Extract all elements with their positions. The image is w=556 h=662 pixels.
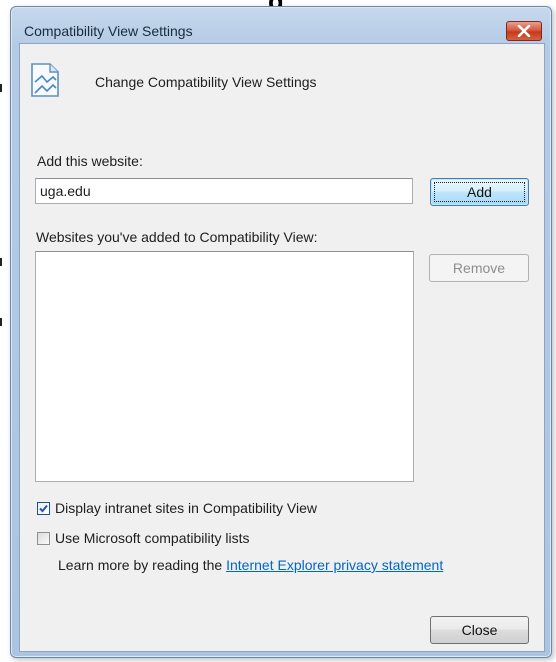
- privacy-prefix: Learn more by reading the: [58, 557, 227, 573]
- add-website-input[interactable]: uga.edu: [35, 178, 413, 204]
- checkmark-icon: [39, 504, 48, 512]
- title-bar[interactable]: Compatibility View Settings: [11, 7, 551, 41]
- intranet-checkbox[interactable]: [37, 501, 50, 515]
- window-title: Compatibility View Settings: [24, 23, 193, 39]
- ms-lists-checkbox-label: Use Microsoft compatibility lists: [55, 530, 250, 546]
- ms-lists-checkbox[interactable]: [37, 531, 50, 545]
- remove-button[interactable]: Remove: [429, 254, 529, 282]
- websites-listbox[interactable]: [35, 251, 414, 482]
- focus-ring: [434, 182, 525, 202]
- close-button[interactable]: Close: [430, 616, 529, 644]
- window-close-button[interactable]: [506, 21, 542, 41]
- background-mark: [0, 84, 2, 92]
- background-mark: [0, 318, 2, 326]
- compatibility-view-icon: [31, 63, 59, 97]
- remove-button-label: Remove: [452, 260, 506, 276]
- privacy-statement-link[interactable]: Internet Explorer privacy statement: [226, 557, 443, 573]
- background-mark: [0, 258, 2, 266]
- header-title: Change Compatibility View Settings: [95, 74, 317, 90]
- add-website-label: Add this website:: [37, 153, 143, 169]
- websites-list-label: Websites you've added to Compatibility V…: [36, 229, 318, 245]
- intranet-option[interactable]: Display intranet sites in Compatibility …: [37, 500, 317, 516]
- privacy-text: Learn more by reading the Internet Explo…: [58, 557, 443, 573]
- add-button[interactable]: Add: [430, 178, 529, 206]
- close-icon: [517, 25, 531, 37]
- ms-lists-option[interactable]: Use Microsoft compatibility lists: [37, 530, 250, 546]
- intranet-checkbox-label: Display intranet sites in Compatibility …: [55, 500, 317, 516]
- close-button-label: Close: [461, 622, 498, 638]
